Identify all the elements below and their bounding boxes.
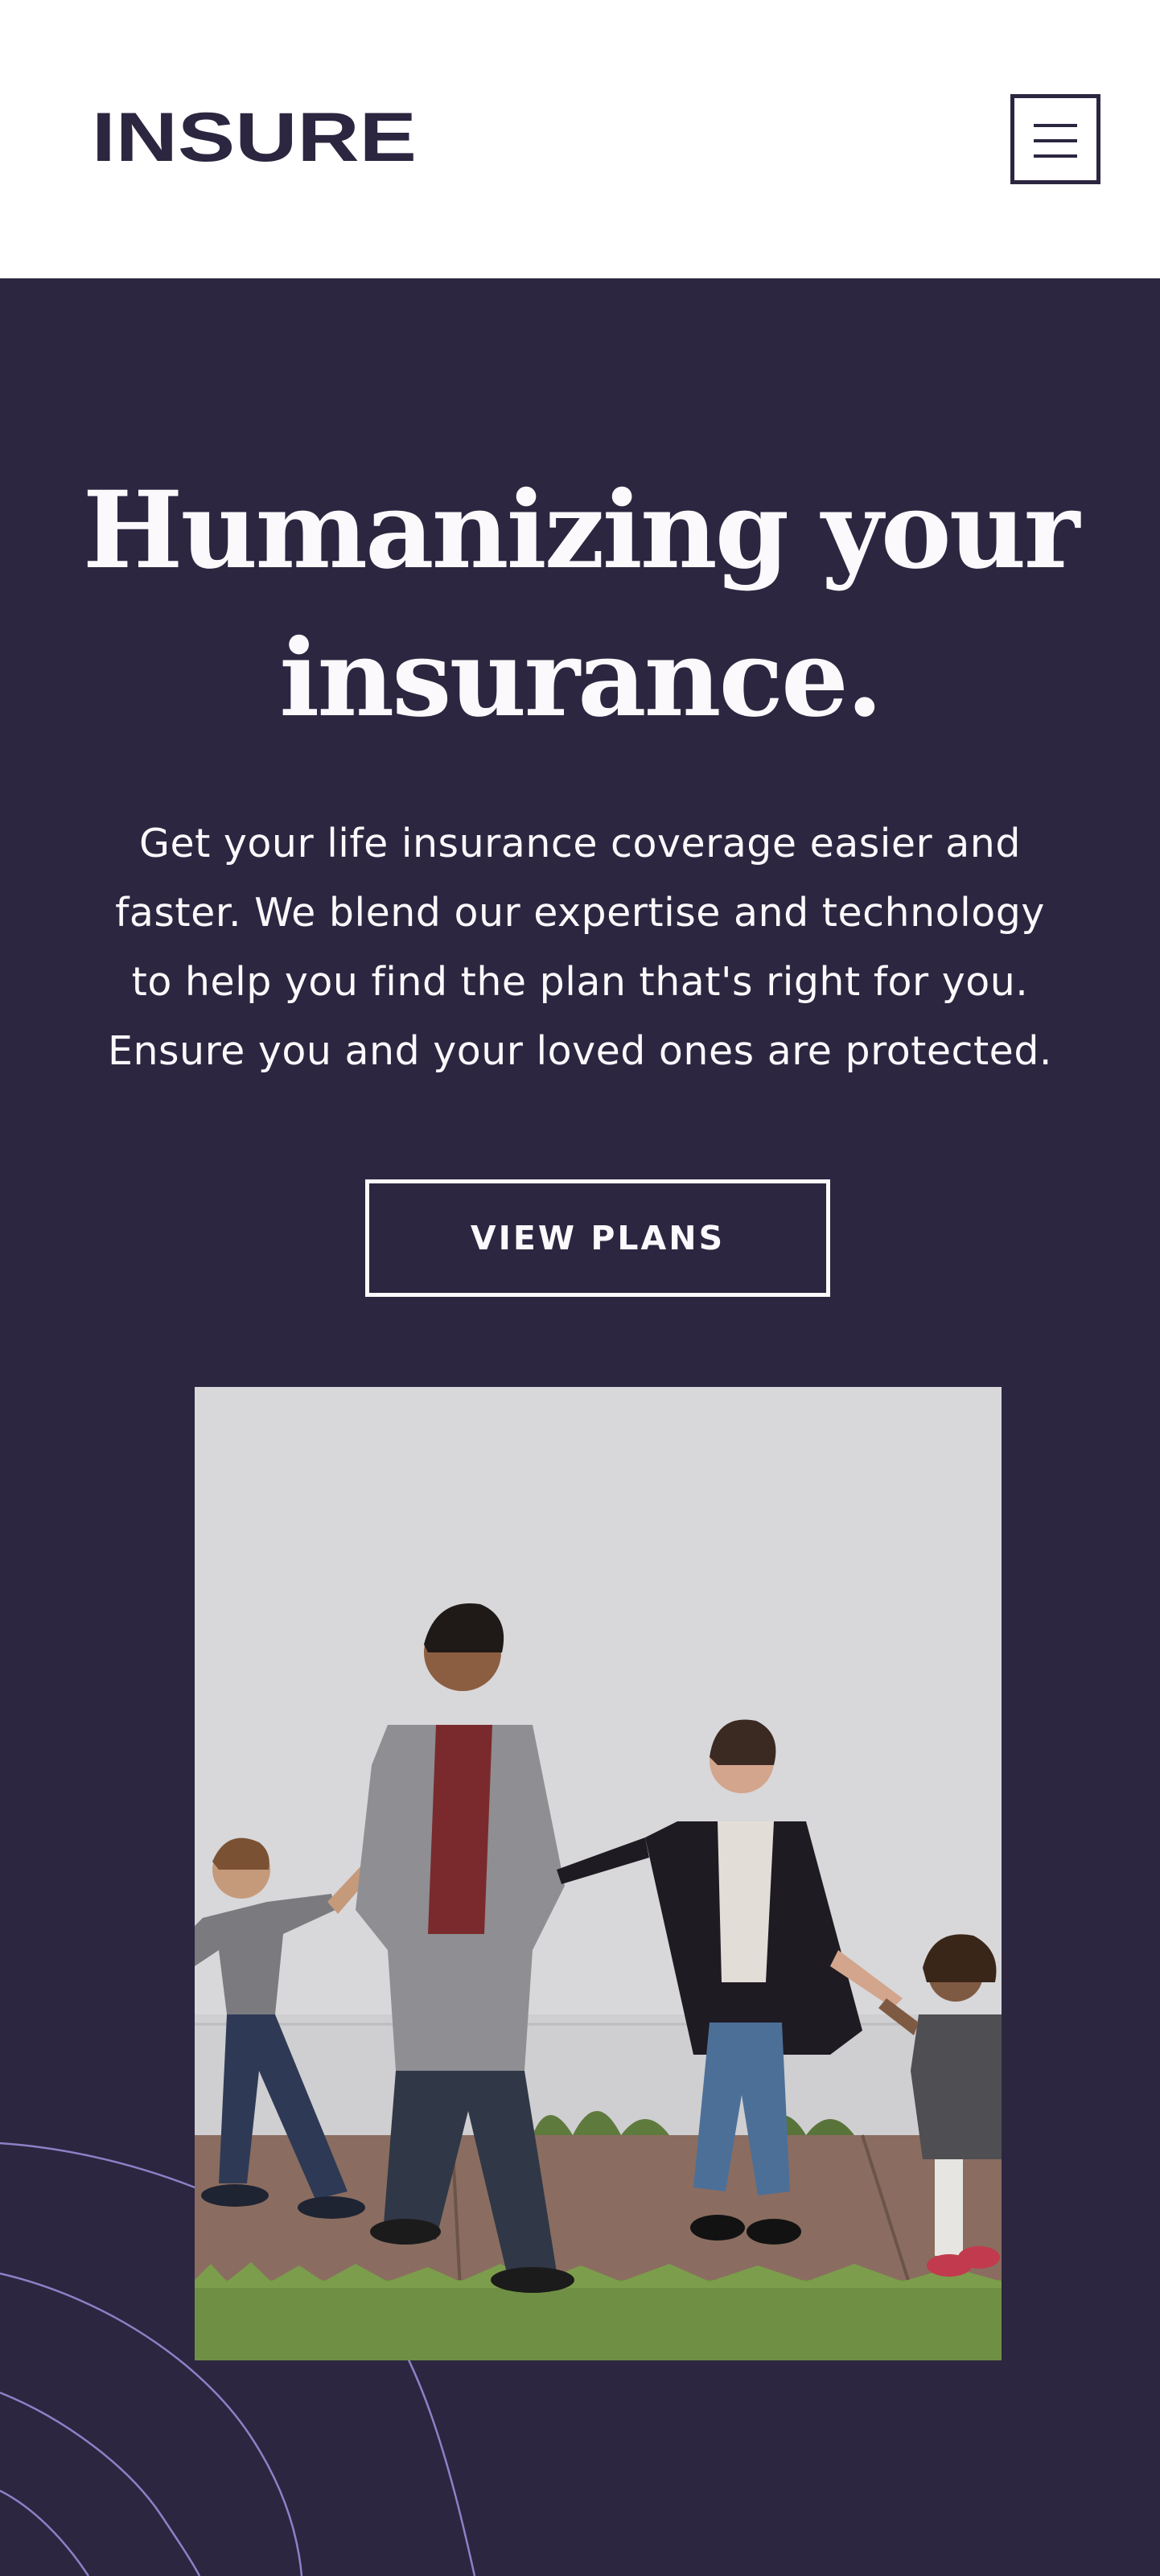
site-header: INSURE bbox=[0, 0, 1160, 278]
menu-button[interactable] bbox=[1010, 94, 1100, 184]
insure-logo[interactable]: INSURE bbox=[91, 109, 418, 166]
hero-section: Humanizing your insurance. Get your life… bbox=[0, 278, 1160, 2576]
family-photo bbox=[195, 1387, 1002, 2360]
hero-description: Get your life insurance coverage easier … bbox=[107, 821, 1053, 1074]
view-plans-button[interactable]: VIEW PLANS bbox=[365, 1179, 830, 1297]
logo-text: INSURE bbox=[92, 109, 417, 166]
hero-title: Humanizing your insurance. bbox=[82, 468, 1080, 741]
